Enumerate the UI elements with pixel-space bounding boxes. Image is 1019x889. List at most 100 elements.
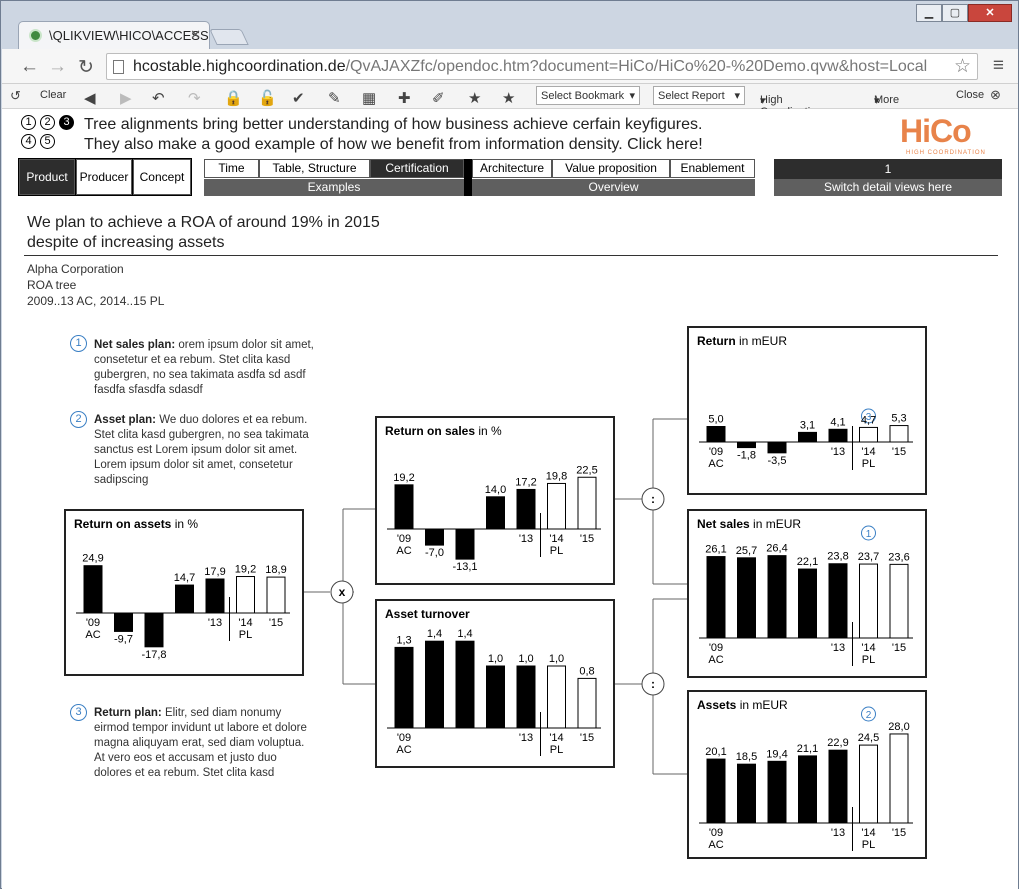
close-button[interactable]: Close [956, 89, 984, 101]
chart-net-sales[interactable]: Net sales in mEUR 1 26,1 25,7 26,4 22,1 23,8 23… [687, 509, 927, 678]
forward-icon[interactable]: ▶ [120, 89, 132, 107]
data-label: 19,2 [393, 472, 414, 484]
data-label: 24,5 [858, 732, 879, 744]
ac-label: AC [396, 744, 411, 756]
data-label: 5,3 [891, 413, 906, 425]
bookmarks-icon[interactable]: ★ [502, 89, 515, 107]
chart-return-on-sales[interactable]: Return on sales in % 19,2 -7,0 -13,1 14,0 17,… [375, 416, 615, 585]
bar-15 [577, 677, 597, 729]
bar-10 [425, 640, 444, 729]
check-icon[interactable]: ✔ [292, 89, 305, 107]
data-label: 1,0 [488, 653, 503, 665]
bar-11 [455, 640, 475, 729]
window-close-icon[interactable]: ✕ [968, 4, 1012, 22]
address-bar[interactable]: hcostable.highcoordination.de/QvAJAXZfc/… [106, 53, 978, 80]
data-label: 1,4 [427, 628, 442, 640]
data-label: -3,5 [768, 455, 787, 467]
data-label: 1,4 [457, 628, 472, 640]
category-label: '14 [861, 827, 875, 839]
bar-10 [425, 528, 444, 546]
chart-plot: 24,9 -9,7 -17,8 14,7 17,9 19,2 18,9 '09 '13 '14 '1… [76, 553, 290, 661]
chart-plot: 1,3 1,4 1,4 1,0 1,0 1,0 0,8 '09 '13 '14 '15 AC PL [387, 628, 601, 756]
edit-icon[interactable]: ✎ [328, 89, 341, 107]
chart-plot: 2 20,1 18,5 19,4 21,1 22,9 24,5 28,0 '09 '13 '14 '1… [699, 706, 913, 851]
close-circle-icon[interactable]: ⊗ [990, 87, 1001, 103]
unlock-icon[interactable]: 🔓 [258, 89, 277, 107]
data-label: 25,7 [736, 545, 757, 557]
bar-13 [516, 488, 536, 530]
data-label: 4,7 [861, 414, 876, 426]
page-icon [113, 60, 124, 74]
data-label: 26,1 [705, 544, 726, 556]
data-label: -1,8 [737, 450, 756, 462]
bar-12 [486, 665, 505, 729]
clear-button[interactable]: Clear [40, 89, 66, 101]
minimize-icon[interactable]: ▁ [916, 4, 942, 22]
data-label: 23,7 [858, 551, 879, 563]
chart-plot: 1 26,1 25,7 26,4 22,1 23,8 23,7 23,6 '09 '13 '14 '1… [699, 525, 913, 666]
chart-return-on-assets[interactable]: Return on assets in % 24,9 -9,7 -17,8 14,7 17… [64, 509, 304, 676]
data-label: 18,5 [736, 751, 757, 763]
pl-label: PL [550, 545, 563, 557]
back-icon[interactable]: ◀ [84, 89, 96, 107]
data-label: 1,3 [396, 634, 411, 646]
data-label: 0,8 [579, 665, 594, 677]
more-menu-label: More [874, 94, 900, 106]
qlikview-favicon-icon [29, 29, 42, 42]
lock-icon[interactable]: 🔒 [224, 89, 243, 107]
bar-15 [889, 425, 909, 443]
clear-icon[interactable]: ↺ [10, 88, 21, 104]
data-label: -17,8 [141, 649, 166, 661]
data-label: 18,9 [265, 564, 286, 576]
category-label: '09 [86, 617, 100, 629]
data-label: 4,1 [830, 416, 845, 428]
select-report-dropdown[interactable]: Select Report ▾ [653, 86, 745, 105]
browser-menu-icon[interactable]: ≡ [993, 55, 1004, 77]
data-label: 14,7 [174, 572, 195, 584]
back-arrow-icon[interactable]: ← [20, 56, 39, 78]
tab-close-icon[interactable]: ✕ [190, 27, 201, 43]
redo-icon[interactable]: ↷ [188, 89, 201, 107]
new-tab-button[interactable] [209, 29, 249, 45]
bar-11 [767, 555, 787, 639]
forward-arrow-icon[interactable]: → [48, 56, 67, 78]
add-icon[interactable]: ✚ [398, 89, 411, 107]
reload-icon[interactable]: ↻ [78, 56, 94, 79]
select-bookmark-dropdown[interactable]: Select Bookmark ▾ [536, 86, 640, 105]
chart-assets[interactable]: Assets in mEUR 2 20,1 18,5 19,4 21,1 22,9 24,5 2… [687, 690, 927, 859]
divide-operator-2: : [641, 672, 665, 696]
bar-13 [516, 665, 536, 729]
pl-label: PL [862, 654, 875, 666]
bar-09 [394, 646, 414, 729]
browser-tab[interactable]: \QLIKVIEW\HICO\ACCESS ✕ [18, 21, 210, 49]
chart-icon[interactable]: ▦ [362, 89, 376, 107]
chart-plot: 35,0-1,8 -3,53,1 4,1 4,7 5,3'09'13'14'15AC PL [699, 408, 913, 470]
bar-12 [175, 584, 194, 614]
chart-return[interactable]: Return in mEUR 3 5,0 -1,8 -3,5 3,1 4,1 4,7 5,3'0… [687, 326, 927, 495]
bookmark-star-icon[interactable]: ☆ [954, 55, 971, 78]
undo-icon[interactable]: ↶ [152, 89, 165, 107]
bar-10 [737, 441, 756, 449]
multiply-operator: x [330, 580, 354, 604]
pl-label: PL [239, 629, 252, 641]
category-label: '14 [238, 617, 252, 629]
bar-14 [859, 744, 878, 824]
data-label: -9,7 [114, 633, 133, 645]
category-label: '15 [580, 732, 594, 744]
multiply-symbol: x [339, 585, 346, 599]
add-bookmark-icon[interactable]: ★ [468, 89, 481, 107]
divide-symbol: : [651, 677, 655, 691]
ac-label: AC [708, 458, 723, 470]
category-label: '15 [892, 446, 906, 458]
category-label: '14 [861, 446, 875, 458]
browser-toolbar: ← → ↻ hcostable.highcoordination.de/QvAJ… [2, 49, 1018, 84]
data-label: -7,0 [425, 547, 444, 559]
brush-icon[interactable]: ✐ [432, 89, 445, 107]
category-label: '14 [549, 533, 563, 545]
chart-asset-turnover[interactable]: Asset turnover 1,3 1,4 1,4 1,0 1,0 1,0 0,8'09'1… [375, 599, 615, 768]
bar-12 [486, 496, 505, 530]
qlikview-toolbar: ↺ Clear ◀ ▶ ↶ ↷ 🔒 🔓 ✔ ✎ ▦ ✚ ✐ ★ ★ Select… [2, 84, 1018, 118]
bar-09 [706, 758, 726, 824]
data-label: 19,2 [235, 564, 256, 576]
maximize-icon[interactable]: ▢ [942, 4, 968, 22]
